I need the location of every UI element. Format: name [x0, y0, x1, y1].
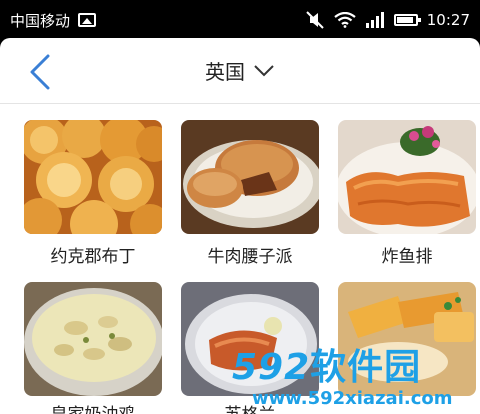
dish-card[interactable]: 炸鱼排 [338, 120, 476, 267]
dish-image-beef-kidney-pie [181, 120, 319, 234]
signal-icon [365, 12, 384, 28]
watermark-logo-number: 592 [232, 347, 311, 388]
watermark-logo-text: 软件园 [310, 347, 422, 388]
dish-image-yorkshire-pudding [24, 120, 162, 234]
clock: 10:27 [426, 11, 470, 29]
mute-icon [306, 11, 324, 29]
watermark-logo: 592软件园 [232, 338, 421, 390]
page-title: 英国 [205, 60, 245, 84]
dish-name: 约克郡布丁 [50, 247, 136, 267]
battery-icon [393, 14, 421, 26]
status-icons: 10:27 [305, 11, 470, 29]
dish-card[interactable]: 皇家奶油鸡 [24, 282, 162, 414]
nav-bar: 英国 [0, 38, 480, 104]
carrier-group: 中国移动 [10, 10, 97, 31]
dish-card[interactable]: 牛肉腰子派 [181, 120, 319, 267]
app-surface: 英国 约克郡布丁 牛肉腰子派 炸鱼排 592软件园 www.592xiazai.… [0, 38, 480, 414]
chevron-down-icon [254, 64, 274, 76]
watermark: 592软件园 www.592xiazai.com [232, 338, 480, 414]
carrier-name: 中国移动 [10, 11, 71, 30]
wifi-icon [334, 12, 356, 28]
dish-name: 炸鱼排 [381, 247, 433, 267]
back-button[interactable] [26, 54, 56, 90]
dish-image-fried-fish [338, 120, 476, 234]
dish-name: 牛肉腰子派 [207, 247, 293, 267]
dish-name: 皇家奶油鸡 [24, 400, 162, 414]
dish-image-chicken-a-la-king [24, 282, 162, 396]
gallery-icon [78, 13, 97, 27]
watermark-url: www.592xiazai.com [252, 388, 453, 409]
status-bar: 中国移动 10:27 [0, 0, 480, 40]
dish-card[interactable]: 约克郡布丁 [24, 120, 162, 267]
country-selector[interactable]: 英国 [205, 56, 275, 85]
